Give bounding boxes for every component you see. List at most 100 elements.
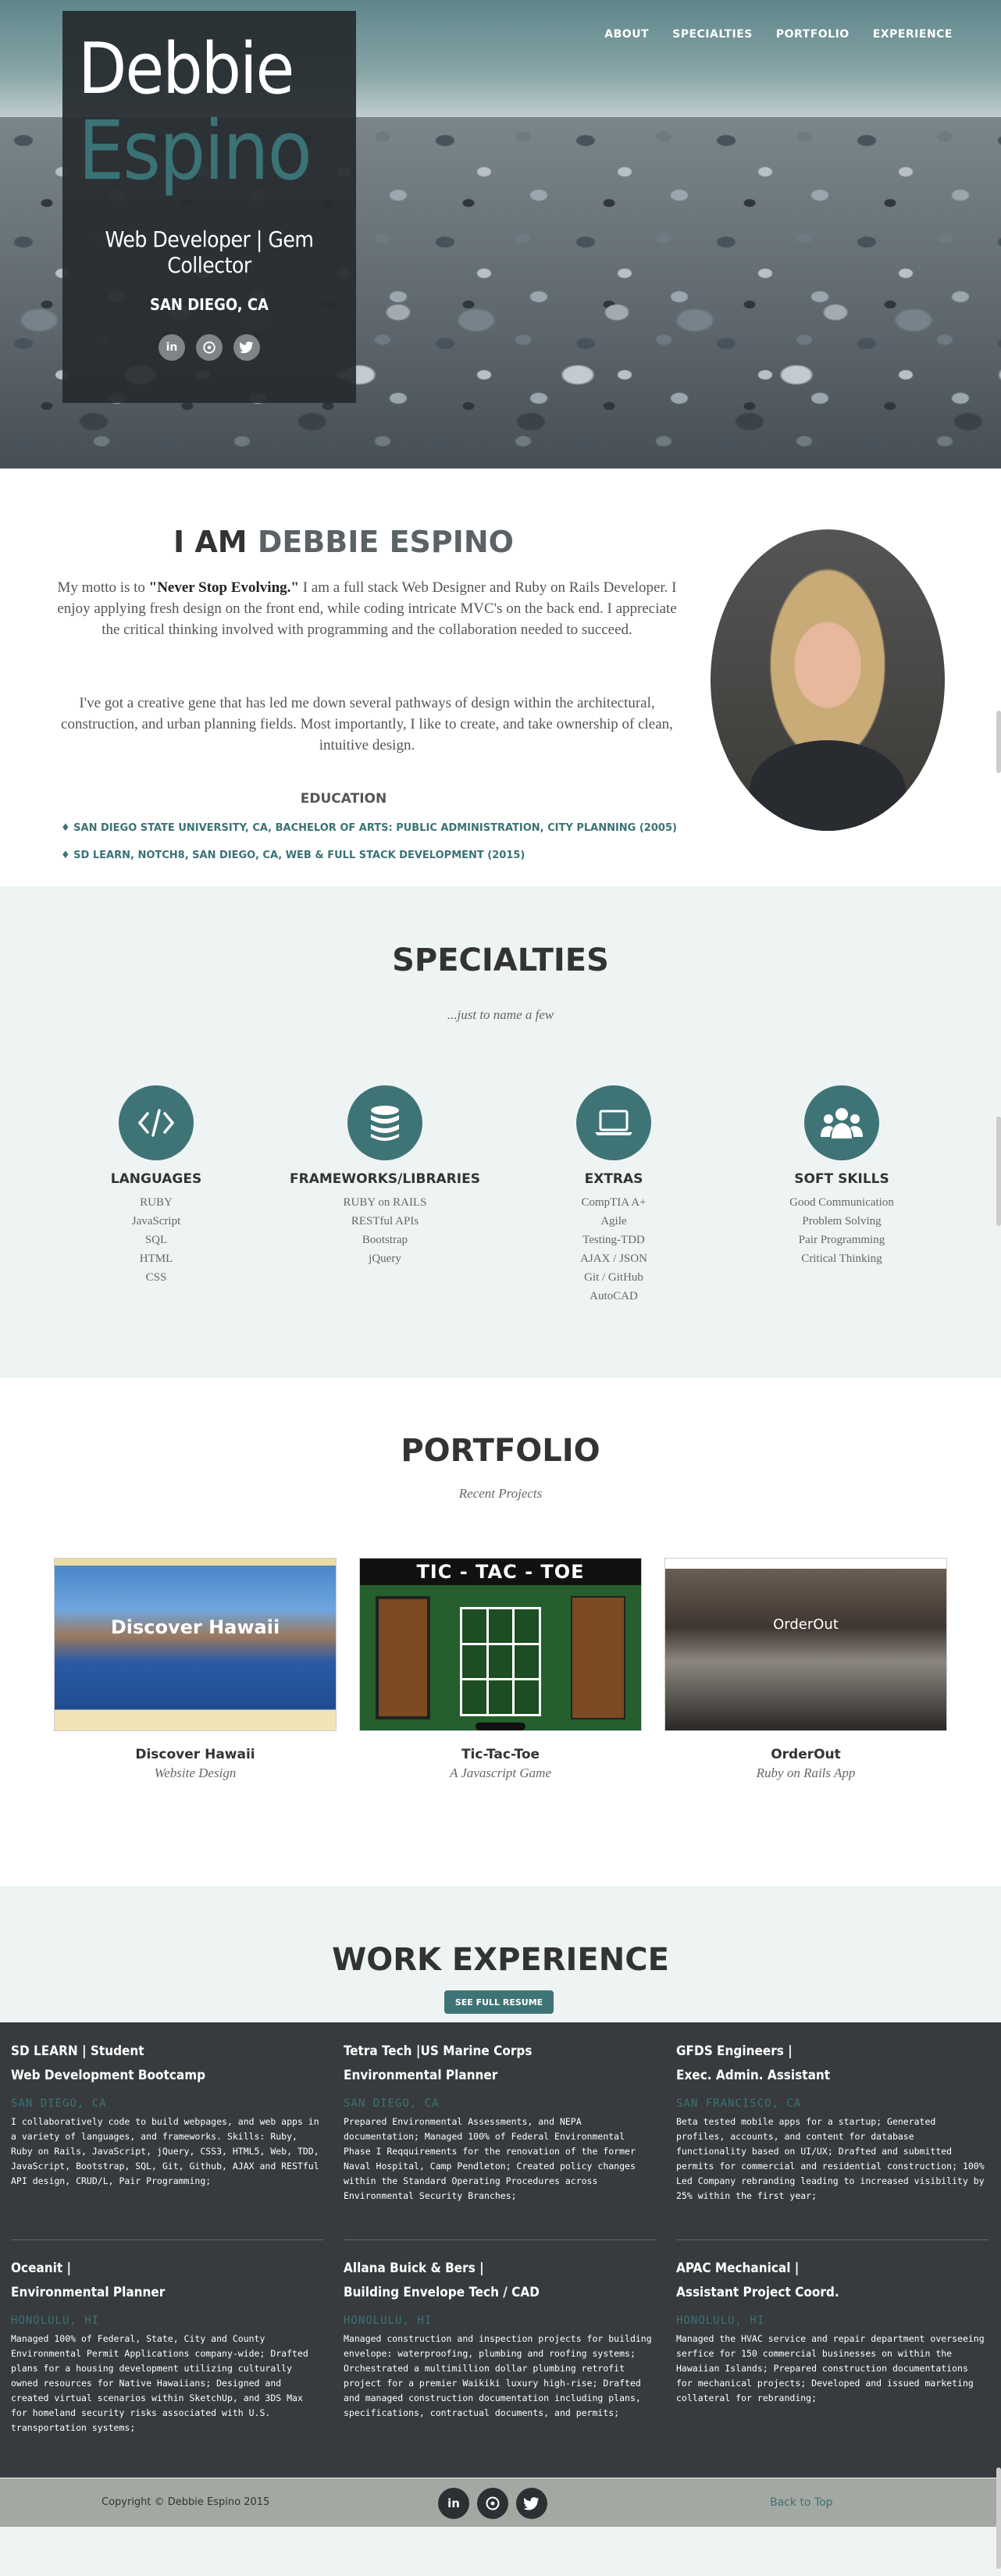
job-role: Building Envelope Tech / CAD xyxy=(344,2285,540,2300)
job-company: Allana Buick & Bers | xyxy=(344,2261,484,2276)
job-company: APAC Mechanical | xyxy=(676,2261,800,2276)
specialties-title: SPECIALTIES xyxy=(392,942,609,978)
portfolio-section: PORTFOLIO Recent Projects Discover Hawai… xyxy=(0,1378,1001,1886)
scrollbar-thumb[interactable] xyxy=(996,711,1001,773)
list-item: SQL xyxy=(144,1234,168,1246)
first-name: Debbie xyxy=(78,28,294,110)
job-description: Beta tested mobile apps for a startup; G… xyxy=(676,2116,985,2201)
job-company: SD LEARN | Student xyxy=(11,2043,144,2059)
job-location: HONOLULU, HI xyxy=(344,2314,433,2327)
job-location: SAN FRANCISCO, CA xyxy=(676,2097,802,2110)
specialty-list: RUBY JavaScript SQL HTML CSS xyxy=(43,1193,269,1287)
list-item: AutoCAD xyxy=(590,1290,638,1302)
footer-social-links: in xyxy=(438,2488,547,2519)
specialty-languages: LANGUAGES RUBY JavaScript SQL HTML CSS xyxy=(43,1085,269,1287)
job-role: Assistant Project Coord. xyxy=(676,2285,839,2300)
jobs-panel: SD LEARN | Student Web Development Bootc… xyxy=(0,2022,1001,2478)
specialty-frameworks: FRAMEWORKS/LIBRARIES RUBY on RAILS RESTf… xyxy=(272,1085,498,1268)
portfolio-subtitle: Recent Projects xyxy=(458,1486,543,1501)
nav-portfolio[interactable]: PORTFOLIO xyxy=(776,28,850,41)
list-item: jQuery xyxy=(369,1252,401,1265)
scrollbar-thumb[interactable] xyxy=(996,2467,1001,2569)
specialty-soft-skills: SOFT SKILLS Good Communication Problem S… xyxy=(728,1085,955,1268)
play-again-button xyxy=(476,1723,525,1730)
job-location: SAN DIEGO, CA xyxy=(344,2097,440,2110)
hero-section: ABOUT SPECIALTIES PORTFOLIO EXPERIENCE D… xyxy=(0,0,1001,469)
job-company: Oceanit | xyxy=(11,2261,72,2276)
specialty-list: CompTIA A+ Agile Testing-TDD AJAX / JSON… xyxy=(500,1193,727,1306)
footer: Copyright © Debbie Espino 2015 in Back t… xyxy=(0,2478,1001,2527)
specialty-title: SOFT SKILLS xyxy=(794,1171,889,1187)
experience-title: WORK EXPERIENCE xyxy=(332,1942,669,1978)
location: SAN DIEGO, CA xyxy=(150,295,269,315)
database-icon xyxy=(347,1085,422,1160)
job-entry: GFDS Engineers | Exec. Admin. Assistant … xyxy=(676,2040,989,2204)
copyright: Copyright © Debbie Espino 2015 xyxy=(102,2496,270,2508)
project-card-tic-tac-toe[interactable]: TIC - TAC - TOE Tic-Tac-Toe A Javascript… xyxy=(359,1558,642,1781)
github-icon[interactable] xyxy=(196,334,223,362)
job-role: Web Development Bootcamp xyxy=(11,2068,206,2083)
hero-social-links: in xyxy=(78,334,340,362)
intro-card: Debbie Espino Web Developer | Gem Collec… xyxy=(62,11,356,403)
nav-experience[interactable]: EXPERIENCE xyxy=(873,28,953,41)
job-location: HONOLULU, HI xyxy=(676,2314,765,2327)
job-company: Tetra Tech |US Marine Corps xyxy=(344,2043,533,2059)
specialties-section: SPECIALTIES ...just to name a few LANGUA… xyxy=(0,886,1001,1378)
job-description: Managed 100% of Federal, State, City and… xyxy=(11,2333,308,2433)
project-thumbnail[interactable]: TIC - TAC - TOE xyxy=(359,1558,642,1731)
specialty-title: FRAMEWORKS/LIBRARIES xyxy=(290,1171,480,1187)
job-location: HONOLULU, HI xyxy=(11,2314,100,2327)
project-card-orderout[interactable]: OrderOut OrderOut Ruby on Rails App xyxy=(664,1558,947,1781)
about-paragraph-2: I've got a creative gene that has led me… xyxy=(61,695,673,754)
divider xyxy=(344,2239,656,2240)
job-description: Managed construction and inspection proj… xyxy=(344,2333,652,2418)
project-thumbnail[interactable]: Discover Hawaii xyxy=(54,1558,337,1731)
specialty-list: Good Communication Problem Solving Pair … xyxy=(728,1193,955,1268)
job-description: Managed the HVAC service and repair depa… xyxy=(676,2333,985,2403)
last-name: Espino xyxy=(78,103,312,198)
list-item: Critical Thinking xyxy=(801,1252,882,1265)
game-board xyxy=(460,1607,541,1716)
list-item: Good Communication xyxy=(789,1196,894,1209)
divider xyxy=(11,2239,323,2240)
list-item: Git / GitHub xyxy=(584,1271,643,1284)
nav-specialties[interactable]: SPECIALTIES xyxy=(672,28,753,41)
scrollbar-thumb[interactable] xyxy=(996,1117,1001,1226)
project-name: Discover Hawaii xyxy=(135,1747,255,1762)
back-to-top-link[interactable]: Back to Top xyxy=(770,2496,833,2509)
specialty-title: LANGUAGES xyxy=(110,1171,202,1187)
tagline: Web Developer | Gem Collector xyxy=(105,226,314,279)
nav-about[interactable]: ABOUT xyxy=(604,28,649,41)
job-description: I collaboratively code to build webpages… xyxy=(11,2116,319,2186)
code-icon xyxy=(119,1085,194,1160)
job-entry: APAC Mechanical | Assistant Project Coor… xyxy=(676,2257,989,2406)
about-paragraph-1: My motto is to "Never Stop Evolving." I … xyxy=(57,579,677,638)
job-entry: Oceanit | Environmental Planner HONOLULU… xyxy=(11,2257,323,2435)
project-card-discover-hawaii[interactable]: Discover Hawaii Discover Hawaii Website … xyxy=(54,1558,337,1781)
list-item: RUBY on RAILS xyxy=(343,1196,427,1209)
list-item: RESTful APIs xyxy=(351,1215,419,1227)
list-item: HTML xyxy=(139,1252,173,1265)
twitter-icon[interactable] xyxy=(516,2488,547,2519)
job-role: Exec. Admin. Assistant xyxy=(676,2068,831,2083)
specialty-extras: EXTRAS CompTIA A+ Agile Testing-TDD AJAX… xyxy=(500,1085,727,1306)
project-thumbnail[interactable]: OrderOut xyxy=(664,1558,947,1731)
list-item: Problem Solving xyxy=(802,1215,882,1227)
github-icon[interactable] xyxy=(477,2488,508,2519)
profile-photo xyxy=(711,529,945,831)
linkedin-icon[interactable]: in xyxy=(159,334,185,362)
about-heading-name: DEBBIE ESPINO xyxy=(257,525,514,559)
twitter-icon[interactable] xyxy=(233,334,260,362)
list-item: CompTIA A+ xyxy=(581,1196,647,1209)
top-nav: ABOUT SPECIALTIES PORTFOLIO EXPERIENCE xyxy=(604,28,953,41)
about-section: I AM DEBBIE ESPINO My motto is to "Never… xyxy=(0,469,1001,886)
player-2-panel xyxy=(571,1596,625,1719)
project-name: Tic-Tac-Toe xyxy=(461,1747,540,1762)
linkedin-icon[interactable]: in xyxy=(438,2488,469,2519)
thumbnail-text: TIC - TAC - TOE xyxy=(360,1559,641,1585)
see-full-resume-button[interactable]: SEE FULL RESUME xyxy=(444,1990,554,2014)
specialty-list: RUBY on RAILS RESTful APIs Bootstrap jQu… xyxy=(272,1193,498,1268)
thumbnail-text: Discover Hawaii xyxy=(110,1616,280,1638)
divider xyxy=(676,2239,989,2240)
list-item: Pair Programming xyxy=(798,1234,885,1246)
